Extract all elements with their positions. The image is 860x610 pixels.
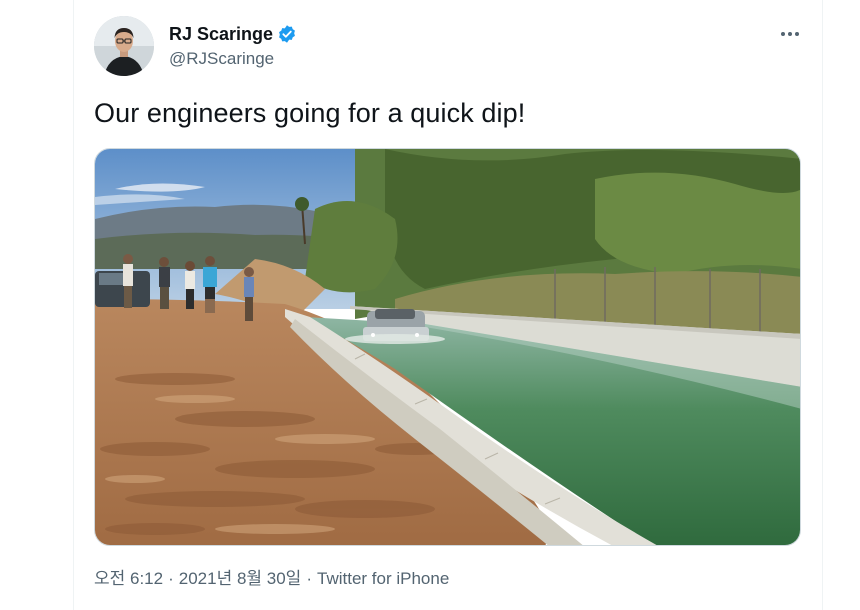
tweet-source-link[interactable]: Twitter for iPhone xyxy=(317,569,449,588)
tweet-date[interactable]: 2021년 8월 30일 xyxy=(179,569,302,588)
more-horizontal-icon xyxy=(781,32,785,36)
column-border-left xyxy=(73,0,74,610)
tweet-text: Our engineers going for a quick dip! xyxy=(94,98,526,128)
more-horizontal-icon xyxy=(795,32,799,36)
author-handle[interactable]: @RJScaringe xyxy=(169,49,274,69)
meta-separator: · xyxy=(168,569,174,588)
author-name[interactable]: RJ Scaringe xyxy=(169,23,273,45)
tweet-meta: 오전 6:12 · 2021년 8월 30일 · Twitter for iPhone xyxy=(94,568,449,590)
meta-separator: · xyxy=(306,569,312,588)
more-options-button[interactable] xyxy=(776,20,804,48)
avatar[interactable] xyxy=(94,16,154,76)
verified-badge-icon xyxy=(277,24,297,44)
more-horizontal-icon xyxy=(788,32,792,36)
tweet-media-photo[interactable] xyxy=(94,148,801,546)
column-border-right xyxy=(822,0,823,610)
tweet-time[interactable]: 오전 6:12 xyxy=(94,569,163,588)
